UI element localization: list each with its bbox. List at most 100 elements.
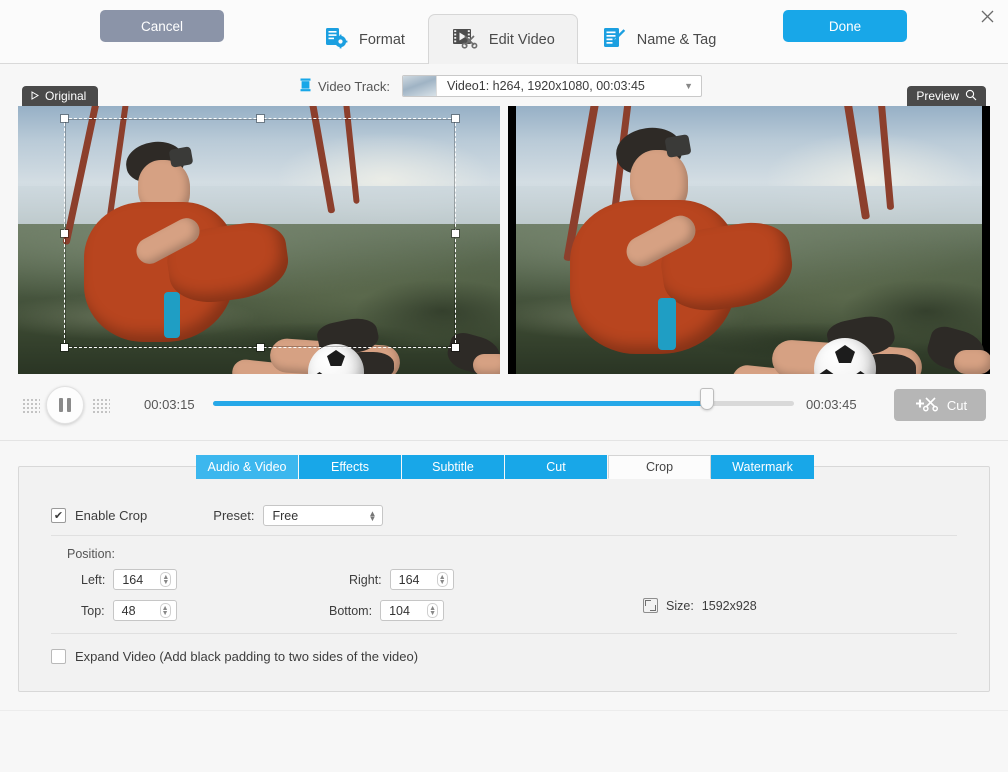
crop-bottom-value: 104 [389, 604, 410, 618]
crop-handle-sw[interactable] [61, 344, 68, 351]
crop-selection-box[interactable] [64, 118, 456, 348]
cut-button[interactable]: Cut [894, 389, 986, 421]
tab-edit-video-label: Edit Video [489, 32, 555, 48]
cut-button-label: Cut [947, 398, 967, 413]
original-tag-label: Original [45, 89, 86, 103]
crop-left-input[interactable]: 164 ▲▼ [113, 569, 177, 590]
tab-name-tag-label: Name & Tag [637, 32, 717, 48]
stepper-arrows-icon: ▲▼ [369, 511, 377, 521]
preview-tag-label: Preview [916, 89, 959, 103]
video-preview-area [18, 106, 990, 374]
crop-right-input[interactable]: 164 ▲▼ [390, 569, 454, 590]
cancel-button[interactable]: Cancel [100, 10, 224, 42]
crop-handle-se[interactable] [452, 344, 459, 351]
tab-watermark[interactable]: Watermark [711, 455, 814, 479]
chevron-down-icon[interactable]: ▼ [676, 81, 701, 91]
crop-handle-s[interactable] [257, 344, 264, 351]
tab-watermark-label: Watermark [732, 460, 793, 474]
checkmark-icon: ✔ [54, 509, 63, 522]
tab-crop[interactable]: Crop [608, 455, 711, 479]
size-value: 1592x928 [702, 599, 757, 613]
add-scissors-icon [913, 395, 939, 416]
current-time-label: 00:03:15 [144, 397, 195, 412]
document-pencil-icon [601, 25, 627, 55]
crop-top-stepper[interactable]: ▲▼ [160, 603, 171, 618]
crop-handle-w[interactable] [61, 230, 68, 237]
crop-handle-e[interactable] [452, 230, 459, 237]
divider-bottom [51, 633, 957, 634]
crop-top-value: 48 [122, 604, 136, 618]
editor-tab-bar: Audio & Video Effects Subtitle Cut Crop … [196, 455, 814, 479]
tab-edit-video[interactable]: Edit Video [428, 14, 578, 64]
preset-select[interactable]: Free ▲▼ [263, 505, 383, 526]
enable-crop-row: ✔ Enable Crop Preset: Free ▲▼ [51, 505, 383, 526]
tab-format-label: Format [359, 32, 405, 48]
crop-bottom-field: Bottom: 104 ▲▼ [329, 600, 444, 621]
seek-progress-fill [213, 401, 707, 406]
edit-video-dialog: Format [0, 0, 1008, 772]
format-document-gear-icon [323, 25, 349, 55]
crop-bottom-input[interactable]: 104 ▲▼ [380, 600, 444, 621]
preset-label: Preset: [213, 508, 254, 523]
crop-bottom-stepper[interactable]: ▲▼ [427, 603, 438, 618]
video-track-selected-value: Video1: h264, 1920x1080, 00:03:45 [437, 79, 676, 93]
preview-video-frame [516, 106, 982, 374]
size-label: Size: [666, 599, 694, 613]
tab-subtitle-label: Subtitle [432, 460, 474, 474]
video-track-icon [300, 78, 311, 95]
tab-subtitle[interactable]: Subtitle [402, 455, 505, 479]
preview-tag[interactable]: Preview [907, 86, 986, 106]
expand-video-checkbox[interactable] [51, 649, 66, 664]
magnifier-icon [965, 89, 977, 104]
enable-crop-label: Enable Crop [75, 508, 147, 523]
enable-crop-checkbox[interactable]: ✔ [51, 508, 66, 523]
crop-top-input[interactable]: 48 ▲▼ [113, 600, 177, 621]
crop-top-field: Top: 48 ▲▼ [81, 600, 177, 621]
video-track-select[interactable]: Video1: h264, 1920x1080, 00:03:45 ▼ [402, 75, 702, 97]
tab-audio-video[interactable]: Audio & Video [196, 455, 299, 479]
preview-video-panel[interactable] [508, 106, 990, 374]
cancel-button-label: Cancel [141, 19, 183, 34]
tab-effects[interactable]: Effects [299, 455, 402, 479]
crop-handle-n[interactable] [257, 115, 264, 122]
total-time-label: 00:03:45 [806, 397, 857, 412]
preset-selected-value: Free [272, 509, 298, 523]
done-button-label: Done [829, 19, 861, 34]
crop-top-label: Top: [81, 604, 105, 618]
play-triangle-icon [31, 89, 39, 103]
video-track-label-group: Video Track: [300, 78, 390, 95]
tab-format[interactable]: Format [300, 14, 428, 64]
grip-dots-right [92, 398, 110, 414]
tab-name-tag[interactable]: Name & Tag [578, 14, 740, 64]
crop-right-field: Right: 164 ▲▼ [349, 569, 454, 590]
crop-settings-panel: ✔ Enable Crop Preset: Free ▲▼ Position: … [18, 466, 990, 692]
output-size-group: Size: 1592x928 [643, 598, 757, 613]
tab-cut[interactable]: Cut [505, 455, 608, 479]
video-track-label: Video Track: [318, 79, 390, 94]
expand-video-row: Expand Video (Add black padding to two s… [51, 649, 418, 664]
tab-crop-label: Crop [646, 460, 673, 474]
crop-right-label: Right: [349, 573, 382, 587]
pause-icon [59, 398, 71, 412]
close-icon[interactable] [970, 2, 1004, 30]
crop-right-value: 164 [399, 573, 420, 587]
crop-handle-ne[interactable] [452, 115, 459, 122]
seek-handle[interactable] [700, 388, 714, 410]
crop-left-label: Left: [81, 573, 105, 587]
tab-audio-video-label: Audio & Video [208, 460, 287, 474]
play-pause-button[interactable] [46, 386, 84, 424]
crop-left-stepper[interactable]: ▲▼ [160, 572, 171, 587]
resize-icon [643, 598, 658, 613]
original-video-panel[interactable] [18, 106, 500, 374]
crop-handle-nw[interactable] [61, 115, 68, 122]
divider-top [51, 535, 957, 536]
footer-bar [0, 710, 1008, 772]
crop-left-field: Left: 164 ▲▼ [81, 569, 177, 590]
crop-bottom-label: Bottom: [329, 604, 372, 618]
track-thumbnail [403, 76, 437, 96]
crop-right-stepper[interactable]: ▲▼ [437, 572, 448, 587]
seek-bar[interactable] [213, 401, 794, 406]
done-button[interactable]: Done [783, 10, 907, 42]
grip-dots-left [22, 398, 40, 414]
tab-cut-label: Cut [546, 460, 565, 474]
